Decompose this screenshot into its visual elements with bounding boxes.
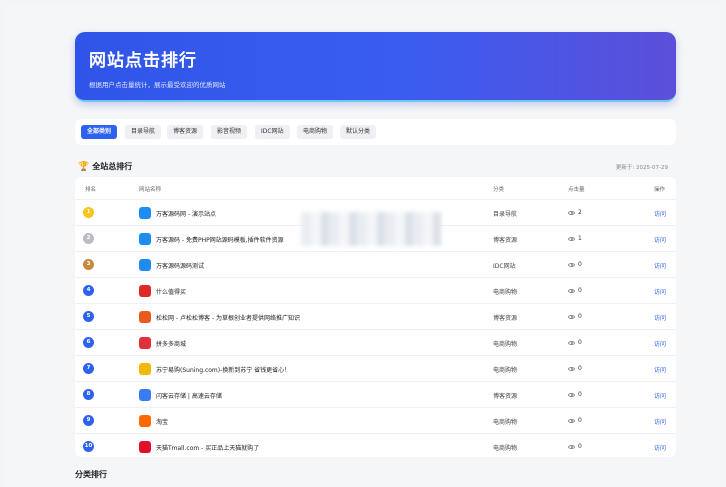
- site-logo-icon: [139, 285, 151, 297]
- site-logo-icon: [139, 311, 151, 323]
- site-logo-icon: [139, 363, 151, 375]
- filter-blog[interactable]: 博客资源: [167, 125, 204, 139]
- table-row: 7 苏宁易购(Suning.com)-换新到苏宁 省钱更省心！ 电商购物 0 访问: [75, 355, 676, 381]
- site-category: 电商购物: [493, 445, 518, 452]
- visit-link[interactable]: 访问: [654, 261, 666, 270]
- eye-icon: [568, 288, 575, 293]
- rank-badge: 4: [83, 285, 94, 296]
- table-row: 5 松松网 - 卢松松博客 - 为草根创业者提供网络推广知识 博客资源 0 访问: [75, 303, 676, 329]
- ranking-table: 排名 网站名称 分类 点击量 操作 1 万客源码网 - 演示站点 目录导航 2 访问 2 万…: [75, 177, 676, 457]
- site-category: 博客资源: [493, 393, 518, 400]
- overall-rank-heading: 🏆 全站总排行: [78, 161, 133, 172]
- site-category: 博客资源: [493, 315, 518, 322]
- table-row: 4 什么值得买 电商购物 0 访问: [75, 277, 676, 303]
- category-filter-bar: 全部类别 目录导航 博客资源 影音视频 IDC网站 电商购物 默认分类: [75, 119, 676, 145]
- rank-badge: 6: [83, 337, 94, 348]
- page-title: 网站点击排行: [89, 51, 197, 71]
- site-name[interactable]: 闪客云存储 | 高速云存储: [156, 391, 222, 400]
- hero-banner: 网站点击排行 根据用户点击量统计，展示最受欢迎的优质网站: [75, 32, 676, 102]
- eye-icon: [568, 366, 575, 371]
- visit-link[interactable]: 访问: [654, 391, 666, 400]
- visit-link[interactable]: 访问: [654, 209, 666, 218]
- site-name[interactable]: 万客源码源码测试: [156, 261, 204, 270]
- site-logo-icon: [139, 337, 151, 349]
- site-category: IDC网站: [493, 263, 516, 270]
- filter-default[interactable]: 默认分类: [340, 125, 377, 139]
- filter-all[interactable]: 全部类别: [81, 125, 118, 139]
- rank-badge: 8: [83, 389, 94, 400]
- click-count: 1: [568, 235, 582, 242]
- category-rank-heading: 分类排行: [75, 470, 107, 479]
- eye-icon: [568, 236, 575, 241]
- visit-link[interactable]: 访问: [654, 339, 666, 348]
- visit-link[interactable]: 访问: [654, 287, 666, 296]
- click-count: 0: [568, 313, 582, 320]
- filter-directory[interactable]: 目录导航: [125, 125, 162, 139]
- click-count: 0: [568, 391, 582, 398]
- eye-icon: [568, 418, 575, 423]
- site-name[interactable]: 拼多多商城: [156, 339, 186, 348]
- rank-badge: 2: [83, 233, 94, 244]
- site-category: 电商购物: [493, 419, 518, 426]
- eye-icon: [568, 340, 575, 345]
- rank-badge: 5: [83, 311, 94, 322]
- site-name[interactable]: 万客源码 - 免费PHP网站源码模板,插件软件资源: [156, 235, 284, 244]
- table-row: 6 拼多多商城 电商购物 0 访问: [75, 329, 676, 355]
- site-category: 电商购物: [493, 289, 518, 296]
- site-logo-icon: [139, 441, 151, 453]
- visit-link[interactable]: 访问: [654, 313, 666, 322]
- blurred-overlay: [301, 212, 441, 246]
- eye-icon: [568, 392, 575, 397]
- site-name[interactable]: 淘宝: [156, 417, 168, 426]
- click-count: 0: [568, 339, 582, 346]
- site-name[interactable]: 松松网 - 卢松松博客 - 为草根创业者提供网络推广知识: [156, 313, 300, 322]
- eye-icon: [568, 262, 575, 267]
- site-logo-icon: [139, 233, 151, 245]
- click-count: 0: [568, 287, 582, 294]
- rank-badge: 7: [83, 363, 94, 374]
- visit-link[interactable]: 访问: [654, 417, 666, 426]
- eye-icon: [568, 210, 575, 215]
- click-count: 0: [568, 443, 582, 450]
- visit-link[interactable]: 访问: [654, 235, 666, 244]
- eye-icon: [568, 444, 575, 449]
- click-count: 0: [568, 365, 582, 372]
- site-logo-icon: [139, 389, 151, 401]
- site-category: 电商购物: [493, 367, 518, 374]
- site-logo-icon: [139, 207, 151, 219]
- visit-link[interactable]: 访问: [654, 365, 666, 374]
- site-name[interactable]: 天猫Tmall.com - 买正品上天猫就购了: [156, 443, 259, 452]
- site-logo-icon: [139, 415, 151, 427]
- site-category: 博客资源: [493, 237, 518, 244]
- rank-badge: 10: [83, 441, 94, 452]
- rank-badge: 3: [83, 259, 94, 270]
- site-name[interactable]: 苏宁易购(Suning.com)-换新到苏宁 省钱更省心！: [156, 365, 290, 374]
- page-subtitle: 根据用户点击量统计，展示最受欢迎的优质网站: [89, 81, 226, 89]
- table-row: 9 淘宝 电商购物 0 访问: [75, 407, 676, 433]
- eye-icon: [568, 314, 575, 319]
- site-name[interactable]: 万客源码网 - 演示站点: [156, 209, 216, 218]
- site-category: 目录导航: [493, 211, 518, 218]
- trophy-icon: 🏆: [78, 161, 90, 172]
- rank-badge: 1: [83, 207, 94, 218]
- rank-badge: 9: [83, 415, 94, 426]
- filter-shopping[interactable]: 电商购物: [297, 125, 334, 139]
- filter-idc[interactable]: IDC网站: [255, 125, 290, 139]
- site-logo-icon: [139, 259, 151, 271]
- table-header: 排名 网站名称 分类 点击量 操作: [85, 187, 666, 193]
- site-name[interactable]: 什么值得买: [156, 287, 186, 296]
- page: 网站点击排行 根据用户点击量统计，展示最受欢迎的优质网站 全部类别 目录导航 博…: [5, 5, 721, 487]
- table-row: 10 天猫Tmall.com - 买正品上天猫就购了 电商购物 0 访问: [75, 433, 676, 459]
- table-row: 3 万客源码源码测试 IDC网站 0 访问: [75, 251, 676, 277]
- click-count: 0: [568, 261, 582, 268]
- click-count: 2: [568, 209, 582, 216]
- table-row: 8 闪客云存储 | 高速云存储 博客资源 0 访问: [75, 381, 676, 407]
- click-count: 0: [568, 417, 582, 424]
- visit-link[interactable]: 访问: [654, 443, 666, 452]
- updated-time: 更新于: 2025-07-29: [615, 165, 668, 171]
- filter-video[interactable]: 影音视频: [211, 125, 248, 139]
- site-category: 电商购物: [493, 341, 518, 348]
